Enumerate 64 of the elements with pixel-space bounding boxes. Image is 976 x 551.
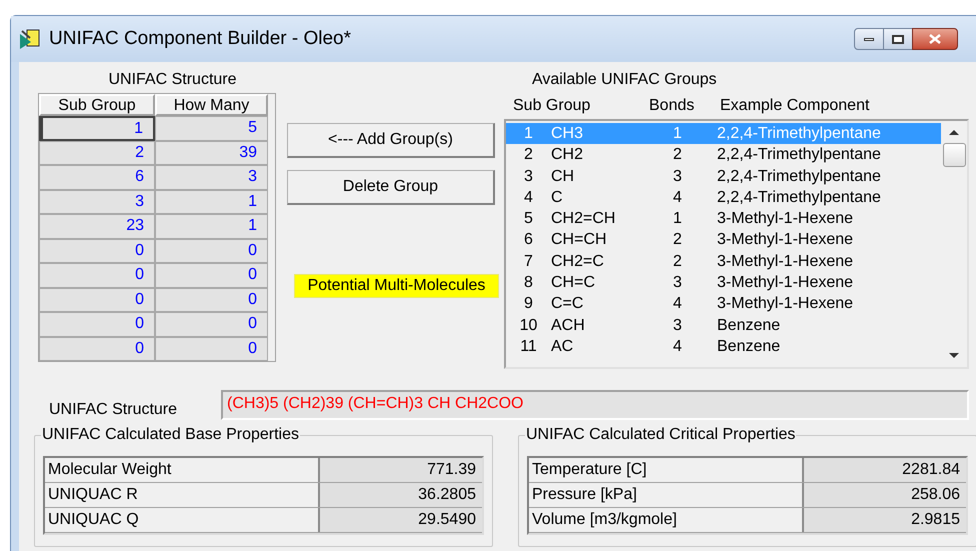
property-name: Molecular Weight [45, 458, 320, 482]
app-icon [19, 28, 41, 50]
table-cell[interactable]: 0 [155, 288, 268, 312]
table-cell[interactable]: 1 [155, 214, 268, 238]
property-value: 2281.84 [804, 458, 966, 482]
property-value: 258.06 [804, 483, 966, 507]
table-cell[interactable]: 23 [39, 214, 155, 238]
table-cell[interactable]: 3 [155, 165, 268, 190]
table-cell[interactable]: 0 [155, 263, 268, 288]
list-title: Available UNIFAC Groups [532, 70, 718, 90]
scroll-down-icon[interactable] [949, 353, 959, 359]
column-header: Bonds [649, 96, 696, 116]
table-cell[interactable]: 0 [155, 238, 268, 263]
list-item[interactable]: 2 CH2 2 2,2,4-Trimethylpentane [506, 144, 941, 166]
column-header: Sub Group [513, 96, 592, 116]
table-title: UNIFAC Structure [108, 70, 237, 90]
delete-group-button[interactable]: Delete Group [287, 170, 495, 205]
property-name: Pressure [kPa] [529, 483, 804, 507]
group-box-title: UNIFAC Calculated Base Properties [41, 425, 300, 445]
table-cell[interactable]: 39 [155, 140, 268, 165]
property-value: 29.5490 [320, 508, 482, 532]
list-item[interactable]: 3 CH 3 2,2,4-Trimethylpentane [506, 166, 941, 187]
minimize-button[interactable] [854, 28, 884, 50]
property-value: 771.39 [320, 458, 482, 482]
table-cell[interactable]: 1 [155, 190, 268, 214]
list-item[interactable]: 5 CH2=CH 1 3-Methyl-1-Hexene [506, 208, 941, 230]
table-cell[interactable]: 6 [39, 165, 155, 190]
scroll-up-icon[interactable] [949, 129, 959, 135]
status-label: Potential Multi-Molecules [294, 274, 499, 298]
scroll-thumb[interactable] [942, 143, 966, 167]
property-name: Volume [m3/kgmole] [529, 508, 804, 532]
property-name: UNIQUAC R [45, 483, 320, 507]
table-cell[interactable]: 2 [39, 140, 155, 165]
close-button[interactable] [912, 28, 958, 50]
list-item[interactable]: 11 AC 4 Benzene [506, 336, 941, 358]
list-item[interactable]: 6 CH=CH 2 3-Methyl-1-Hexene [506, 229, 941, 251]
table-cell[interactable]: 5 [155, 116, 268, 140]
window-title: UNIFAC Component Builder - Oleo* [49, 26, 352, 51]
column-header: How Many [155, 94, 268, 116]
table-cell[interactable]: 1 [39, 116, 155, 140]
table-cell[interactable]: 0 [39, 336, 155, 361]
table-cell[interactable]: 0 [155, 312, 268, 336]
field-label: UNIFAC Structure [49, 400, 178, 420]
property-value: 2.9815 [804, 508, 966, 532]
property-name: Temperature [C] [529, 458, 804, 482]
table-cell[interactable]: 0 [39, 312, 155, 336]
table-cell[interactable]: 0 [155, 336, 268, 361]
add-group-button[interactable]: <--- Add Group(s) [287, 123, 495, 158]
close-icon [929, 34, 941, 44]
list-item[interactable]: 9 C=C 4 3-Methyl-1-Hexene [506, 293, 941, 315]
list-item[interactable]: 10 ACH 3 Benzene [506, 314, 941, 336]
maximize-button[interactable] [884, 28, 912, 50]
column-header: Sub Group [39, 94, 155, 116]
property-value: 36.2805 [320, 483, 482, 507]
table-cell[interactable]: 0 [39, 238, 155, 263]
table-cell[interactable]: 3 [39, 190, 155, 214]
column-header: Example Component [720, 96, 870, 116]
group-box-title: UNIFAC Calculated Critical Properties [525, 425, 796, 445]
list-item[interactable]: 8 CH=C 3 3-Methyl-1-Hexene [506, 272, 941, 294]
list-item[interactable]: 7 CH2=C 2 3-Methyl-1-Hexene [506, 250, 941, 272]
table-cell[interactable]: 0 [39, 288, 155, 312]
table-cell[interactable]: 0 [39, 263, 155, 288]
list-item[interactable]: 4 C 4 2,2,4-Trimethylpentane [506, 186, 941, 208]
property-name: UNIQUAC Q [45, 508, 320, 532]
